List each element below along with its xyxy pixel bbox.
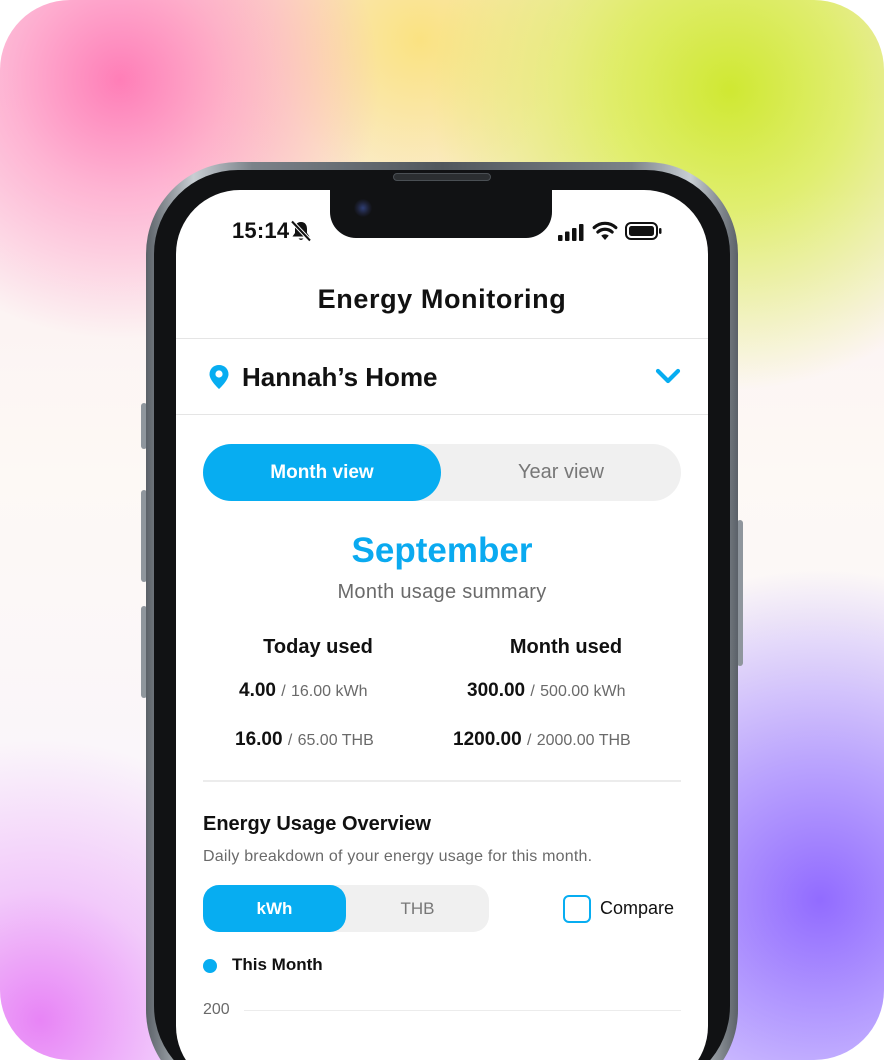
month-kwh-stat: 300.00 / 500.00 kWh	[467, 680, 626, 702]
legend-dot	[203, 959, 217, 973]
today-kwh-value: 4.00	[239, 680, 276, 701]
month-view-tab[interactable]: Month view	[203, 444, 441, 501]
location-pin-icon	[209, 365, 229, 389]
signal-icon	[558, 224, 584, 241]
chevron-down-icon[interactable]	[654, 366, 682, 386]
overview-description: Daily breakdown of your energy usage for…	[203, 848, 593, 865]
chart-gridline	[244, 1010, 681, 1011]
separator: /	[287, 732, 293, 749]
separator: /	[526, 732, 532, 749]
battery-icon	[625, 222, 662, 240]
month-thb-limit: 2000.00 THB	[536, 732, 631, 749]
summary-subtitle: Month usage summary	[337, 581, 547, 603]
month-kwh-limit: 500.00 kWh	[540, 683, 626, 700]
wifi-icon	[592, 221, 618, 240]
today-kwh-limit: 16.00 kWh	[291, 683, 368, 700]
today-kwh-stat: 4.00 / 16.00 kWh	[239, 680, 367, 702]
month-used-heading: Month used	[509, 636, 623, 658]
compare-checkbox[interactable]	[563, 895, 591, 923]
month-thb-stat: 1200.00 / 2000.00 THB	[453, 729, 631, 751]
today-thb-stat: 16.00 / 65.00 THB	[235, 729, 374, 751]
summary-divider	[203, 780, 681, 782]
page-title: Energy Monitoring	[317, 284, 567, 314]
separator: /	[530, 683, 535, 700]
separator: /	[281, 683, 286, 700]
camera-icon	[354, 199, 372, 217]
month-thb-value: 1200.00	[453, 729, 522, 750]
status-time: 15:14	[232, 218, 290, 243]
location-divider	[176, 414, 708, 415]
thb-tab[interactable]: THB	[346, 885, 489, 932]
location-name: Hannah’s Home	[242, 362, 438, 392]
today-used-heading: Today used	[263, 636, 373, 658]
kwh-tab[interactable]: kWh	[203, 885, 346, 932]
overview-title: Energy Usage Overview	[203, 813, 431, 835]
bell-slash-icon	[290, 220, 312, 242]
today-thb-value: 16.00	[235, 729, 283, 750]
month-title: September	[351, 531, 533, 570]
speaker-grille	[393, 173, 491, 181]
year-view-tab[interactable]: Year view	[441, 444, 681, 501]
legend-this-month: This Month	[232, 955, 323, 974]
today-thb-limit: 65.00 THB	[297, 732, 374, 749]
compare-label[interactable]: Compare	[600, 898, 674, 919]
y-tick-label: 200	[203, 1001, 230, 1018]
month-kwh-value: 300.00	[467, 680, 526, 701]
